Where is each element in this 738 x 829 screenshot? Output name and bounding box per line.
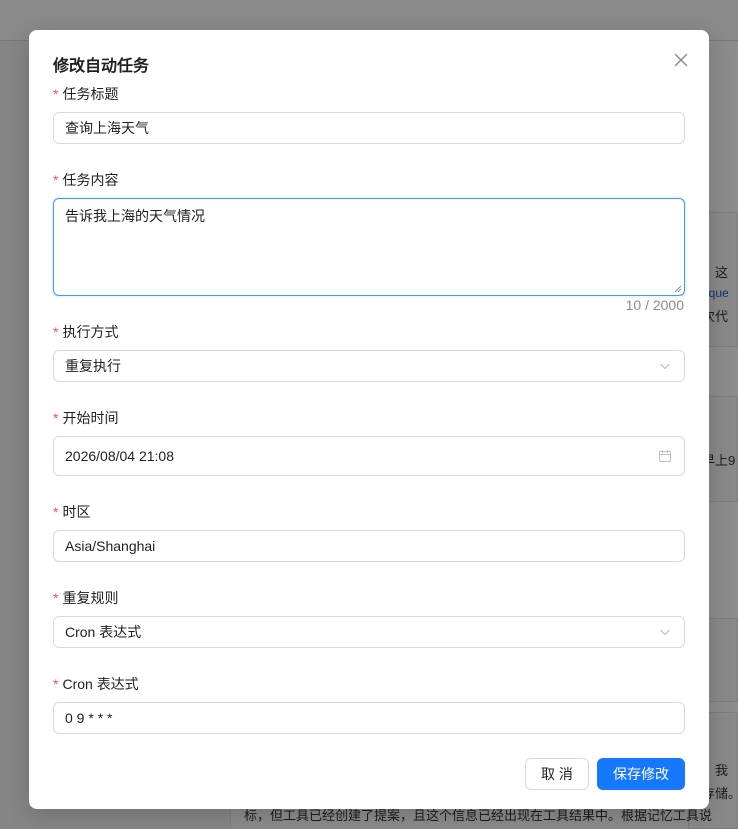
exec-mode-label: * 执行方式 — [53, 322, 118, 342]
calendar-icon — [659, 450, 671, 462]
task-title-input[interactable]: 查询上海天气 — [53, 112, 685, 144]
timezone-value: Asia/Shanghai — [65, 538, 156, 554]
timezone-input[interactable]: Asia/Shanghai — [53, 530, 685, 562]
required-mark: * — [53, 86, 59, 102]
repeat-rule-label-text: 重复规则 — [62, 590, 119, 606]
start-time-label-text: 开始时间 — [62, 410, 119, 426]
task-content-value: 告诉我上海的天气情况 — [65, 208, 205, 224]
cron-label-text: Cron 表达式 — [62, 676, 139, 692]
required-mark: * — [53, 172, 59, 188]
edit-task-modal: 修改自动任务 * 任务标题 查询上海天气 * 任务内容 告诉我上海的天气情况 10 … — [29, 30, 709, 809]
task-title-value: 查询上海天气 — [65, 120, 149, 136]
chevron-down-icon — [660, 629, 670, 636]
task-title-label: * 任务标题 — [53, 84, 118, 104]
close-icon — [674, 53, 688, 67]
modal-title: 修改自动任务 — [53, 58, 150, 75]
close-button[interactable] — [669, 48, 693, 72]
start-time-value: 2026/08/04 21:08 — [65, 448, 174, 464]
resize-handle-icon[interactable] — [674, 285, 682, 293]
cancel-button[interactable]: 取 消 — [525, 758, 589, 790]
task-content-label: * 任务内容 — [53, 170, 118, 190]
required-mark: * — [53, 590, 59, 606]
save-button[interactable]: 保存修改 — [597, 758, 685, 790]
cron-input[interactable]: 0 9 * * * — [53, 702, 685, 734]
repeat-rule-label: * 重复规则 — [53, 588, 118, 608]
timezone-label-text: 时区 — [62, 504, 91, 520]
exec-mode-value: 重复执行 — [65, 358, 121, 374]
task-content-label-text: 任务内容 — [62, 172, 119, 188]
start-time-picker[interactable]: 2026/08/04 21:08 — [53, 436, 685, 476]
chevron-down-icon — [660, 363, 670, 370]
cron-label: * Cron 表达式 — [53, 674, 139, 694]
cron-value: 0 9 * * * — [65, 710, 113, 726]
repeat-rule-select[interactable]: Cron 表达式 — [53, 616, 685, 648]
required-mark: * — [53, 410, 59, 426]
required-mark: * — [53, 676, 59, 692]
task-title-label-text: 任务标题 — [62, 86, 119, 102]
repeat-rule-value: Cron 表达式 — [65, 624, 142, 640]
task-content-textarea[interactable]: 告诉我上海的天气情况 — [53, 198, 685, 296]
required-mark: * — [53, 324, 59, 340]
exec-mode-label-text: 执行方式 — [62, 324, 119, 340]
char-count: 10 / 2000 — [625, 297, 684, 313]
timezone-label: * 时区 — [53, 502, 90, 522]
start-time-label: * 开始时间 — [53, 408, 118, 428]
required-mark: * — [53, 504, 59, 520]
exec-mode-select[interactable]: 重复执行 — [53, 350, 685, 382]
